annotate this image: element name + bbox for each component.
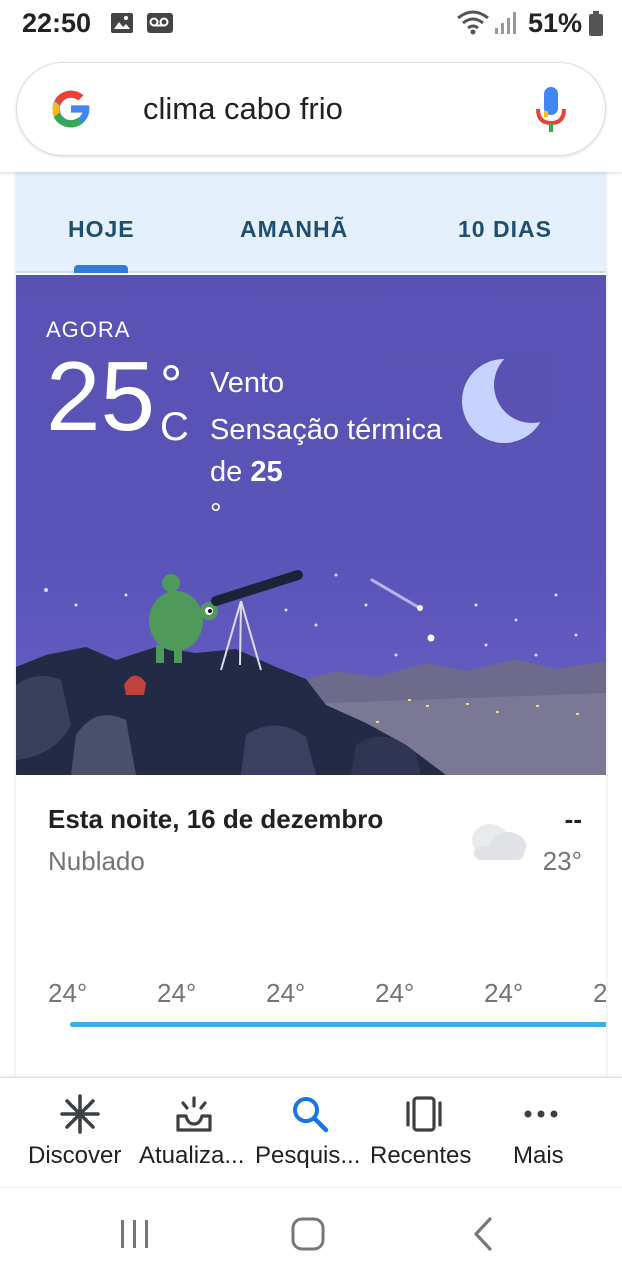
weather-condition: Nublado	[48, 846, 145, 876]
hourly-temp: 24°	[48, 978, 88, 1008]
back-icon[interactable]	[470, 1216, 496, 1252]
search-query[interactable]: clima cabo frio	[143, 91, 343, 127]
tonight-title: Esta noite, 16 de dezembro	[48, 804, 384, 834]
nav-discover-label: Discover	[28, 1142, 122, 1169]
search-box[interactable]: clima cabo frio	[16, 62, 606, 156]
google-logo-icon	[52, 90, 91, 128]
system-navigation-bar	[0, 1187, 622, 1280]
temperature-unit: C	[160, 405, 189, 449]
search-header: clima cabo frio	[0, 50, 622, 172]
low-temperature: 23°	[542, 846, 582, 876]
nav-updates[interactable]: Atualiza...	[136, 1078, 252, 1188]
feels-like-value: 25	[250, 456, 283, 488]
gallery-icon	[111, 13, 133, 33]
tab-tomorrow[interactable]: AMANHÃ	[240, 216, 348, 243]
hourly-temp: 2	[593, 978, 606, 1008]
hourly-temperature-line	[70, 1022, 606, 1027]
active-tab-indicator	[74, 265, 128, 273]
battery-icon	[589, 11, 603, 36]
signal-icon	[495, 12, 516, 34]
tab-10-days[interactable]: 10 DIAS	[458, 216, 552, 243]
current-temperature: 25	[46, 341, 156, 451]
hourly-temp: 24°	[375, 978, 415, 1008]
cloud-icon	[472, 824, 526, 860]
weather-tabs: HOJE AMANHÃ 10 DIAS	[16, 172, 606, 273]
feels-like-degree: °	[210, 498, 222, 530]
mic-icon[interactable]	[533, 83, 569, 139]
home-icon[interactable]	[290, 1216, 326, 1252]
nav-search[interactable]: Pesquis...	[252, 1078, 368, 1188]
nav-more-label: Mais	[513, 1142, 564, 1169]
tab-today[interactable]: HOJE	[68, 216, 135, 243]
search-icon	[293, 1097, 329, 1133]
weather-card: HOJE AMANHÃ 10 DIAS AGORA 25 ° C Vento S…	[16, 172, 606, 1077]
updates-tray-icon	[176, 1096, 212, 1132]
recents-icon	[406, 1096, 442, 1132]
wind-label: Vento	[210, 367, 285, 399]
nav-recents[interactable]: Recentes	[368, 1078, 484, 1188]
hourly-temp: 24°	[157, 978, 197, 1008]
wifi-icon	[457, 10, 489, 35]
status-bar: 22:50 51%	[0, 0, 622, 50]
nav-recents-label: Recentes	[370, 1142, 472, 1169]
battery-percent: 51%	[527, 8, 582, 38]
nav-more[interactable]: Mais	[484, 1078, 598, 1188]
feels-like: Sensação térmica de 25 °	[210, 409, 450, 535]
high-temperature: --	[564, 804, 582, 834]
hourly-temp: 24°	[484, 978, 524, 1008]
more-dots-icon	[524, 1110, 558, 1118]
hourly-temp: 24°	[266, 978, 306, 1008]
moon-icon	[462, 351, 552, 443]
nav-updates-label: Atualiza...	[139, 1142, 245, 1169]
bottom-navigation: Discover Atualiza... Pesquis... Recentes…	[0, 1077, 622, 1187]
nav-discover[interactable]: Discover	[0, 1078, 136, 1188]
status-time: 22:50	[22, 8, 92, 38]
nav-search-label: Pesquis...	[255, 1142, 361, 1169]
now-label: AGORA	[46, 317, 131, 342]
weather-scene: AGORA 25 ° C Vento Sensação térmica de 2…	[16, 275, 606, 775]
feels-like-label: Sensação térmica de	[210, 414, 443, 488]
discover-asterisk-icon	[60, 1094, 100, 1134]
voicemail-icon	[147, 13, 173, 33]
recent-apps-icon[interactable]	[118, 1218, 152, 1250]
